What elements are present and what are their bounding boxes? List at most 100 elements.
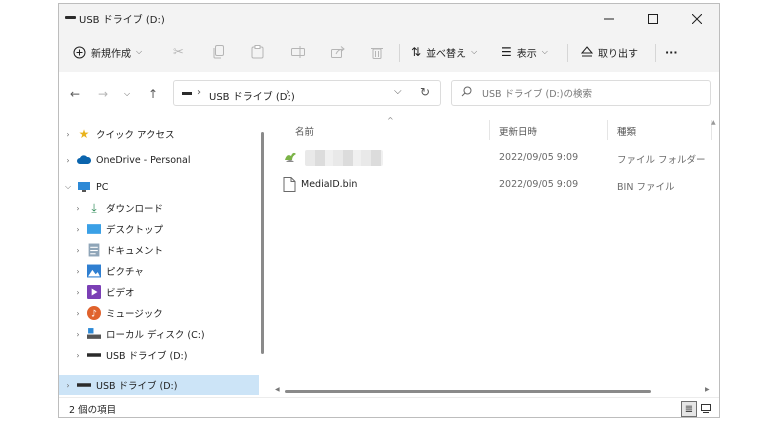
arrow-right-icon: → — [97, 87, 109, 101]
refresh-icon[interactable]: ↻ — [420, 85, 430, 99]
maximize-button[interactable] — [631, 7, 675, 31]
share-button[interactable] — [331, 38, 345, 66]
sidebar-item-label: ビデオ — [106, 288, 135, 299]
expand-chevron-icon[interactable]: › — [73, 204, 83, 213]
redacted-folder-name — [305, 150, 383, 166]
svg-text:♪: ♪ — [91, 309, 97, 320]
arrow-left-icon: ← — [69, 87, 81, 101]
sidebar-item-label: USB ドライブ (D:) — [96, 381, 178, 392]
column-header-type[interactable]: 種類 — [617, 124, 636, 138]
eject-icon — [581, 46, 593, 57]
breadcrumb-chevron-icon[interactable]: › — [286, 87, 290, 98]
usb-drive-icon — [87, 353, 101, 357]
scroll-right-arrow-icon[interactable]: ▶ — [705, 386, 710, 393]
column-divider[interactable] — [489, 120, 490, 140]
sidebar-item-label: OneDrive - Personal — [96, 154, 191, 166]
address-history-dropdown[interactable]: ⌵ — [394, 86, 402, 97]
recent-locations-button[interactable]: ⌵ — [117, 84, 137, 104]
monitor-icon — [78, 182, 90, 192]
navigation-pane: › ★ クイック アクセス › OneDrive - Personal ⌵ PC… — [59, 114, 259, 397]
expand-chevron-icon[interactable]: › — [63, 381, 73, 390]
sidebar-item-usb-drive-d[interactable]: › USB ドライブ (D:) — [59, 345, 269, 365]
expand-chevron-icon[interactable]: › — [63, 156, 73, 165]
rename-button[interactable] — [291, 38, 305, 66]
address-bar[interactable]: › USB ドライブ (D:) › ⌵ ↻ — [173, 80, 441, 106]
arrow-up-icon: ↑ — [147, 87, 159, 101]
expand-chevron-icon[interactable]: › — [73, 309, 83, 318]
scrollbar-thumb[interactable] — [261, 132, 264, 354]
view-list-icon: ☰ — [501, 45, 512, 59]
chevron-down-icon: ⌵ — [136, 47, 143, 56]
item-count: 2 個の項目 — [69, 405, 117, 416]
scroll-left-arrow-icon[interactable]: ◀ — [275, 386, 280, 393]
sidebar-item-usb-drive-d-root[interactable]: › USB ドライブ (D:) — [59, 375, 259, 395]
sidebar-item-label: PC — [96, 181, 109, 193]
sidebar-item-label: USB ドライブ (D:) — [106, 351, 188, 362]
sidebar-item-music[interactable]: › ♪ ミュージック — [59, 303, 269, 323]
sidebar-item-videos[interactable]: › ビデオ — [59, 282, 269, 302]
close-button[interactable] — [675, 7, 719, 31]
collapse-chevron-icon[interactable]: ⌵ — [63, 182, 73, 192]
cloud-icon — [77, 155, 91, 164]
sidebar-item-desktop[interactable]: › デスクトップ — [59, 219, 269, 239]
search-input[interactable] — [480, 85, 704, 103]
column-header-date[interactable]: 更新日時 — [499, 124, 537, 138]
sidebar-item-onedrive[interactable]: › OneDrive - Personal — [59, 150, 259, 170]
horizontal-scrollbar[interactable] — [285, 390, 651, 393]
sidebar-item-quick-access[interactable]: › ★ クイック アクセス — [59, 124, 259, 144]
breadcrumb-current[interactable]: USB ドライブ (D:) — [209, 88, 295, 103]
sidebar-item-downloads[interactable]: › ⤓ ダウンロード — [59, 198, 269, 218]
file-date: 2022/09/05 9:09 — [499, 152, 579, 163]
file-row[interactable]: 2022/09/05 9:09 ファイル フォルダー — [283, 147, 713, 169]
expand-chevron-icon[interactable]: › — [73, 246, 83, 255]
chevron-down-icon: ⌵ — [471, 47, 478, 56]
expand-chevron-icon[interactable]: › — [63, 130, 73, 139]
expand-chevron-icon[interactable]: › — [73, 225, 83, 234]
maximize-icon — [648, 14, 658, 24]
new-button[interactable]: 新規作成 ⌵ — [73, 38, 142, 66]
sidebar-item-documents[interactable]: › ドキュメント — [59, 240, 269, 260]
sidebar-item-label: ピクチャ — [106, 267, 144, 278]
up-button[interactable]: ↑ — [143, 84, 163, 104]
file-row[interactable]: MediaID.bin 2022/09/05 9:09 BIN ファイル — [283, 174, 713, 196]
sidebar-scrollbar[interactable] — [259, 114, 267, 397]
view-button[interactable]: ☰ 表示 ⌵ — [501, 38, 548, 66]
expand-chevron-icon[interactable]: › — [73, 267, 83, 276]
sidebar-item-pictures[interactable]: › ピクチャ — [59, 261, 269, 281]
file-type: ファイル フォルダー — [617, 155, 706, 166]
eject-button[interactable]: 取り出す — [581, 38, 638, 66]
expand-chevron-icon[interactable]: › — [73, 288, 83, 297]
share-icon — [331, 46, 345, 58]
copy-button[interactable] — [213, 38, 225, 66]
file-date: 2022/09/05 9:09 — [499, 179, 579, 190]
expand-chevron-icon[interactable]: › — [73, 330, 83, 339]
column-divider[interactable] — [607, 120, 608, 140]
chevron-down-icon: ⌵ — [123, 89, 131, 98]
scroll-up-arrow-icon[interactable]: ▲ — [711, 119, 716, 126]
details-view-button[interactable]: ≣ — [681, 401, 697, 417]
cut-button[interactable]: ✂ — [173, 38, 184, 66]
minimize-button[interactable] — [587, 7, 631, 31]
sort-button[interactable]: ⇅ 並べ替え ⌵ — [411, 38, 477, 66]
drive-icon — [182, 92, 192, 95]
window-title: USB ドライブ (D:) — [79, 15, 165, 26]
file-icon — [283, 177, 296, 192]
back-button[interactable]: ← — [65, 84, 85, 104]
details-view-icon: ≣ — [684, 403, 694, 415]
breadcrumb-chevron-icon: › — [197, 87, 201, 98]
star-icon: ★ — [78, 127, 90, 141]
sidebar-item-local-disk-c[interactable]: › ローカル ディスク (C:) — [59, 324, 269, 344]
sidebar-item-pc[interactable]: ⌵ PC — [59, 177, 259, 197]
command-bar: 新規作成 ⌵ ✂ ⇅ 並べ替え ⌵ ☰ 表示 ⌵ 取り出す ··· — [59, 32, 719, 73]
search-box[interactable] — [451, 80, 711, 106]
forward-button[interactable]: → — [93, 84, 113, 104]
sidebar-item-label: デスクトップ — [106, 225, 164, 236]
delete-button[interactable] — [371, 38, 383, 66]
more-options-button[interactable]: ··· — [665, 38, 678, 66]
large-icons-view-button[interactable] — [699, 401, 713, 415]
title-bar: USB ドライブ (D:) — [59, 4, 719, 32]
minimize-icon — [604, 18, 614, 20]
column-header-name[interactable]: 名前 — [295, 124, 314, 138]
expand-chevron-icon[interactable]: › — [73, 351, 83, 360]
paste-button[interactable] — [251, 38, 264, 66]
